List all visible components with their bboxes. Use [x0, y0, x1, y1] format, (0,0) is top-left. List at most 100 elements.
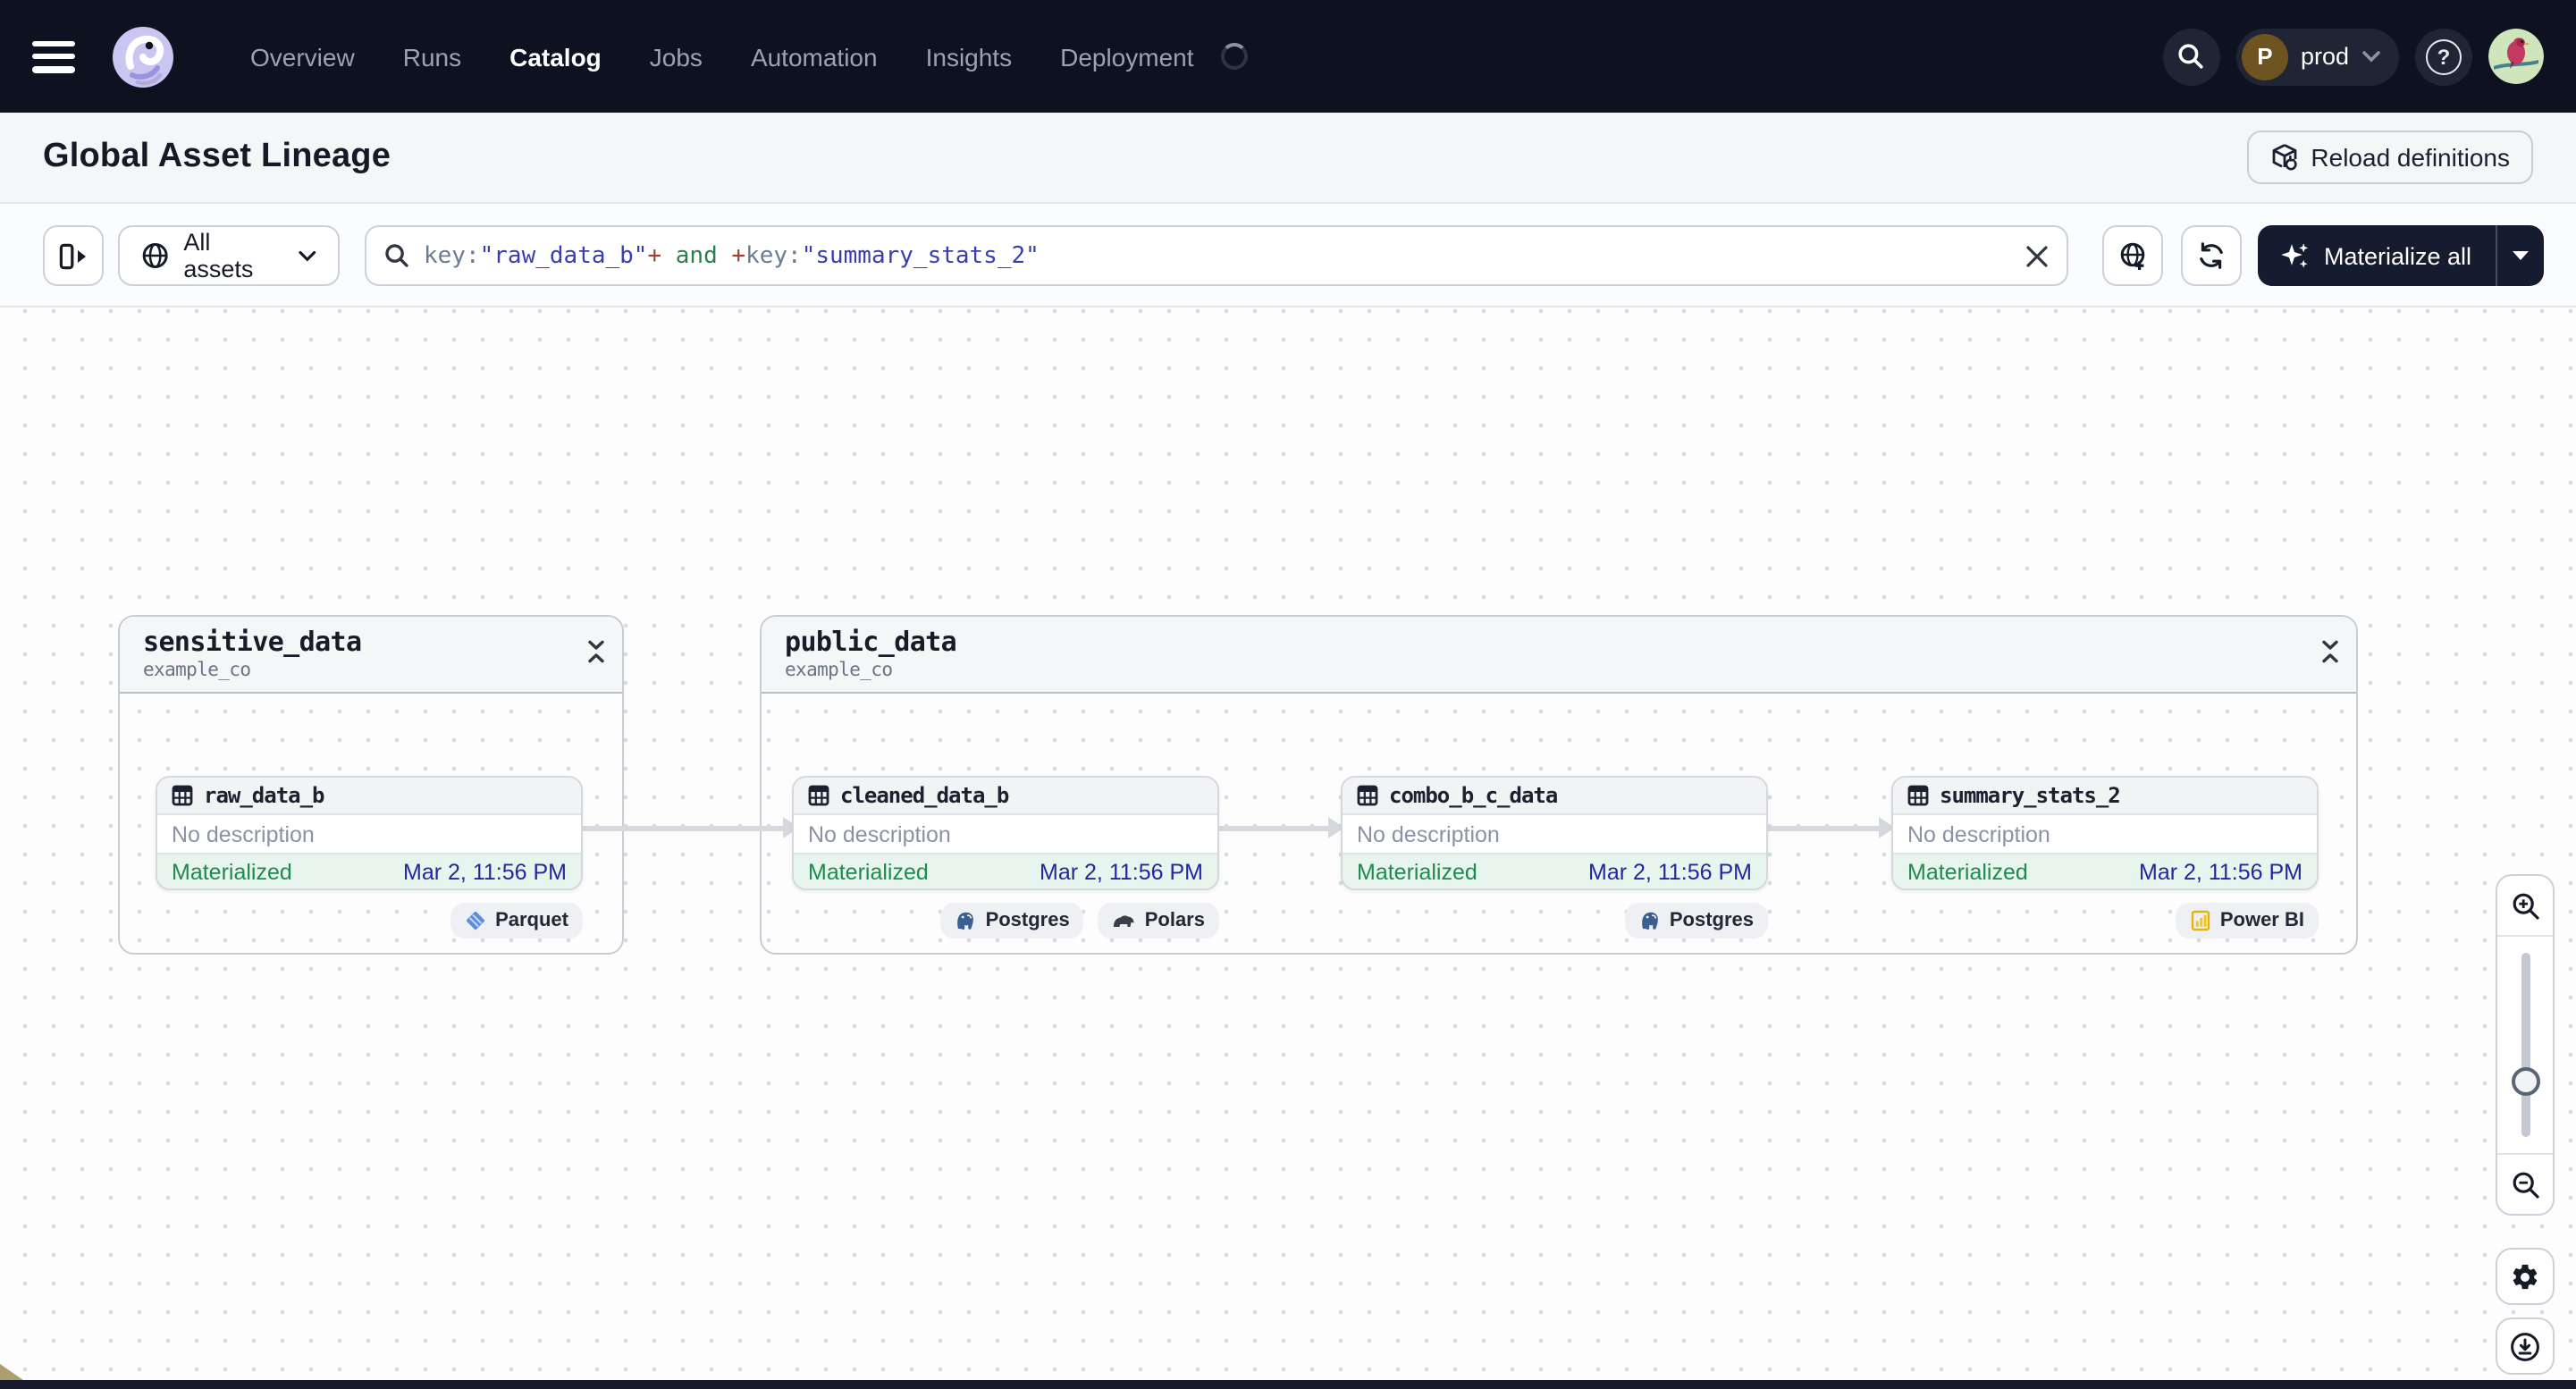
page-header: Global Asset Lineage Reload definitions — [0, 113, 2576, 204]
asset-description: No description — [1893, 815, 2317, 853]
table-icon — [808, 785, 829, 806]
group-header[interactable]: sensitive_data example_co — [120, 617, 622, 694]
collapse-icon — [2322, 640, 2338, 663]
reload-definitions-label: Reload definitions — [2311, 143, 2510, 172]
download-icon — [2511, 1332, 2539, 1360]
asset-node-header: summary_stats_2 — [1893, 778, 2317, 815]
collapse-icon — [588, 640, 604, 663]
asset-node-header: raw_data_b — [157, 778, 581, 815]
zoom-in-button[interactable] — [2497, 876, 2553, 937]
nav-item-catalog[interactable]: Catalog — [509, 42, 602, 71]
search-button[interactable] — [2162, 28, 2220, 85]
chevron-down-icon — [299, 249, 316, 261]
materialize-options-button[interactable] — [2496, 225, 2543, 286]
asset-status-row: Materialized Mar 2, 11:56 PM — [157, 853, 581, 888]
search-icon — [2179, 44, 2204, 69]
status-badge: Materialized — [808, 859, 929, 884]
panel-expand-icon — [59, 242, 86, 269]
zoom-out-icon — [2512, 1171, 2538, 1198]
asset-tags-row: Power BI — [1891, 903, 2319, 939]
postgres-icon — [1642, 912, 1658, 930]
nav-item-overview[interactable]: Overview — [250, 42, 355, 71]
bottom-edge-strip — [0, 1380, 2576, 1389]
tag-label: Parquet — [495, 910, 568, 931]
asset-name: combo_b_c_data — [1389, 783, 1558, 808]
edge-raw-to-cleaned — [583, 817, 799, 838]
reload-definitions-button[interactable]: Reload definitions — [2246, 130, 2533, 184]
asset-node-combo-b-c-data[interactable]: combo_b_c_data No description Materializ… — [1341, 776, 1768, 890]
chevron-down-icon — [2362, 51, 2380, 63]
status-badge: Materialized — [172, 859, 292, 884]
query-text: key:"raw_data_b"+ and +key:"summary_stat… — [424, 242, 1040, 269]
table-icon — [1357, 785, 1378, 806]
collapse-group-button[interactable] — [586, 640, 606, 672]
navbar-right: P prod ? — [2162, 28, 2544, 85]
group-title: public_data — [785, 626, 957, 658]
edge-combo-to-summary — [1768, 817, 1895, 838]
zoom-control-panel — [2496, 874, 2555, 1216]
lineage-graph-canvas[interactable]: sensitive_data example_co public_data ex… — [0, 307, 2576, 1389]
nav-item-runs[interactable]: Runs — [403, 42, 461, 71]
power-bi-icon — [2191, 910, 2210, 931]
nav-item-insights[interactable]: Insights — [926, 42, 1013, 71]
asset-status-row: Materialized Mar 2, 11:56 PM — [1893, 853, 2317, 888]
help-icon: ? — [2426, 38, 2462, 74]
tag-polars[interactable]: Polars — [1098, 903, 1219, 939]
postgres-icon — [957, 912, 974, 930]
asset-tags-row: Postgres — [1341, 903, 1768, 939]
hamburger-menu-icon[interactable] — [32, 40, 75, 72]
nav-item-automation[interactable]: Automation — [751, 42, 878, 71]
lineage-query-input[interactable]: key:"raw_data_b"+ and +key:"summary_stat… — [365, 225, 2068, 286]
asset-scope-dropdown[interactable]: All assets — [118, 225, 340, 286]
add-scope-button[interactable] — [2102, 225, 2163, 286]
graph-settings-button[interactable] — [2496, 1248, 2555, 1305]
navbar-links: Overview Runs Catalog Jobs Automation In… — [250, 42, 1248, 71]
asset-node-raw-data-b[interactable]: raw_data_b No description Materialized M… — [156, 776, 583, 890]
tag-power-bi[interactable]: Power BI — [2175, 903, 2319, 939]
export-image-button[interactable] — [2496, 1317, 2555, 1375]
zoom-slider[interactable] — [2497, 937, 2553, 1153]
tag-postgres[interactable]: Postgres — [1624, 903, 1768, 939]
zoom-slider-track[interactable] — [2521, 953, 2530, 1137]
zoom-out-button[interactable] — [2497, 1153, 2553, 1214]
corner-artifact — [0, 1364, 23, 1380]
top-navbar: Overview Runs Catalog Jobs Automation In… — [0, 0, 2576, 113]
materialize-all-button[interactable]: Materialize all — [2258, 225, 2495, 286]
globe-plus-icon — [2119, 241, 2144, 269]
lineage-toolbar: All assets key:"raw_data_b"+ and +key:"s… — [0, 204, 2576, 307]
polars-icon — [1114, 915, 1135, 927]
tag-postgres[interactable]: Postgres — [940, 903, 1084, 939]
asset-description: No description — [1343, 815, 1766, 853]
navbar-left: Overview Runs Catalog Jobs Automation In… — [32, 22, 1248, 90]
group-header[interactable]: public_data example_co — [762, 617, 2356, 694]
caret-down-icon — [2512, 251, 2529, 260]
search-icon — [385, 244, 408, 267]
tag-label: Postgres — [985, 910, 1070, 931]
refresh-icon — [2200, 242, 2223, 269]
globe-icon — [142, 243, 168, 268]
asset-status-row: Materialized Mar 2, 11:56 PM — [794, 853, 1217, 888]
clear-query-button[interactable] — [2025, 244, 2049, 267]
dagster-logo-icon[interactable] — [109, 22, 177, 90]
status-badge: Materialized — [1907, 859, 2028, 884]
help-button[interactable]: ? — [2415, 28, 2472, 85]
nav-item-deployment[interactable]: Deployment — [1060, 42, 1193, 71]
open-sidebar-button[interactable] — [43, 225, 104, 286]
asset-description: No description — [794, 815, 1217, 853]
user-avatar[interactable] — [2488, 29, 2544, 84]
environment-name: prod — [2300, 43, 2349, 70]
tag-parquet[interactable]: Parquet — [450, 903, 583, 939]
reload-cube-icon — [2272, 144, 2296, 171]
materialization-timestamp: Mar 2, 11:56 PM — [403, 859, 567, 884]
collapse-group-button[interactable] — [2320, 640, 2340, 672]
asset-node-summary-stats-2[interactable]: summary_stats_2 No description Materiali… — [1891, 776, 2319, 890]
refresh-graph-button[interactable] — [2181, 225, 2242, 286]
environment-switcher[interactable]: P prod — [2235, 28, 2399, 85]
edge-cleaned-to-combo — [1219, 817, 1344, 838]
nav-item-jobs[interactable]: Jobs — [650, 42, 703, 71]
zoom-slider-handle[interactable] — [2511, 1067, 2539, 1096]
asset-node-cleaned-data-b[interactable]: cleaned_data_b No description Materializ… — [792, 776, 1219, 890]
asset-tags-row: Parquet — [156, 903, 583, 939]
table-icon — [172, 785, 193, 806]
bird-avatar-icon — [2488, 29, 2544, 84]
